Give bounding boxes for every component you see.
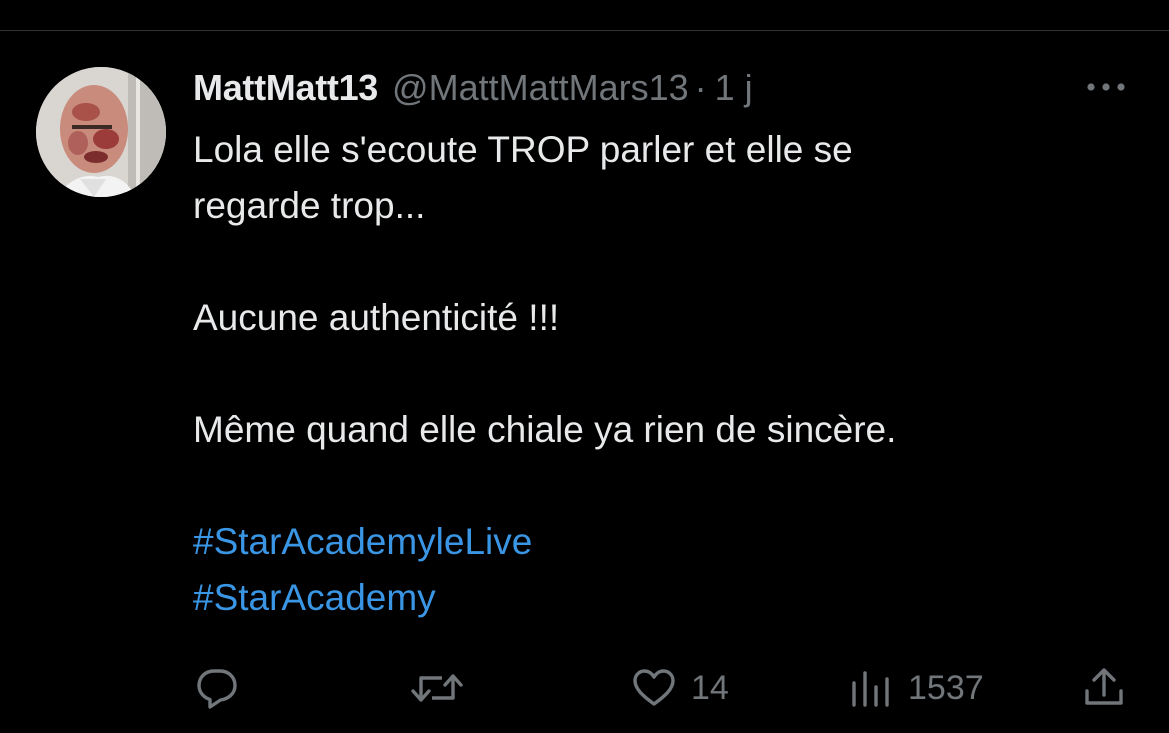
share-upload-icon (1081, 665, 1127, 711)
tweet-actions: 14 1537 (0, 660, 1169, 716)
avatar[interactable] (36, 67, 166, 197)
display-name[interactable]: MattMatt13 (193, 67, 378, 109)
separator-dot: · (694, 67, 707, 108)
share-button[interactable] (1081, 660, 1127, 716)
tweet-body: Lola elle s'ecoute TROP parler et elle s… (193, 122, 1123, 626)
avatar-image (36, 67, 166, 197)
retweet-button[interactable] (410, 660, 464, 716)
views-count: 1537 (908, 668, 984, 707)
user-handle[interactable]: @MattMattMars13 (392, 67, 689, 109)
tweet-text-line: regarde trop... (193, 185, 426, 226)
hashtag-link[interactable]: #StarAcademyleLive (193, 514, 1123, 570)
reply-button[interactable] (194, 660, 240, 716)
more-options-icon[interactable] (1083, 75, 1129, 99)
tweet-text-line: Lola elle s'ecoute TROP parler et elle s… (193, 129, 853, 170)
top-divider (0, 30, 1169, 31)
like-count: 14 (691, 668, 729, 707)
tweet-header: MattMatt13 @MattMattMars13 · 1 j (193, 64, 753, 112)
retweet-arrows-icon (410, 665, 464, 711)
reply-bubble-icon (194, 665, 240, 711)
heart-icon (631, 665, 677, 711)
bar-chart-icon (848, 665, 894, 711)
like-button[interactable]: 14 (631, 660, 729, 716)
views-button[interactable]: 1537 (848, 660, 984, 716)
tweet-timestamp[interactable]: 1 j (715, 67, 753, 109)
tweet-text-line: Même quand elle chiale ya rien de sincèr… (193, 409, 897, 450)
hashtag-link[interactable]: #StarAcademy (193, 570, 1123, 626)
tweet-text-line: Aucune authenticité !!! (193, 297, 560, 338)
